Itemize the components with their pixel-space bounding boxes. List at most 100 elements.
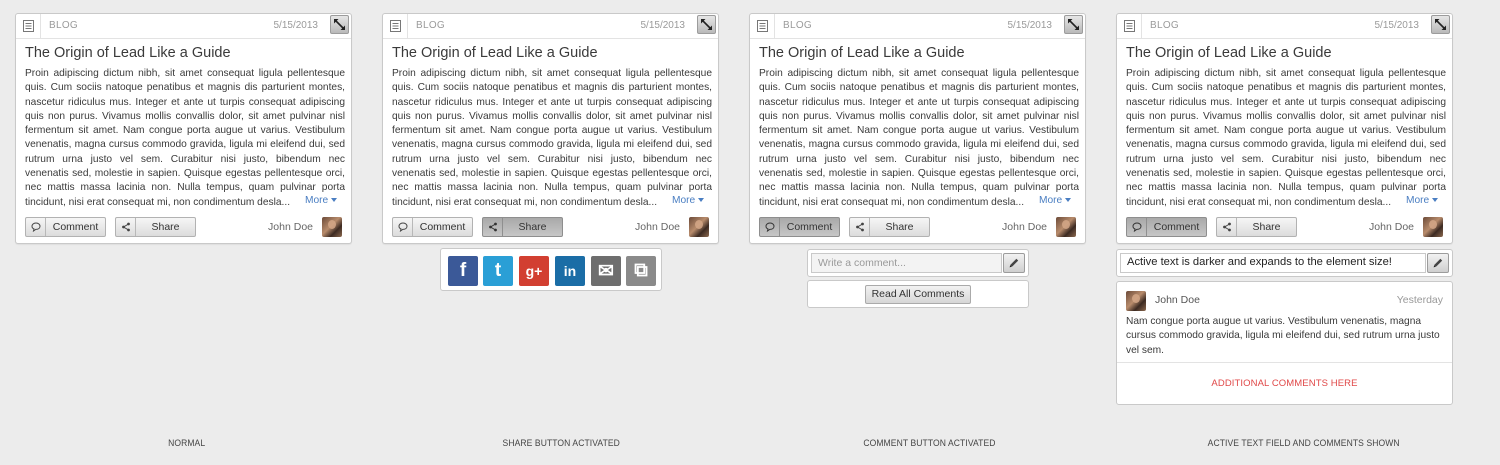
- card-date: 5/15/2013: [640, 20, 686, 31]
- divider: [1117, 362, 1452, 363]
- post-body: Proin adipiscing dictum nibh, sit amet c…: [759, 68, 1079, 208]
- document-icon: [1117, 14, 1142, 39]
- share-icon: [850, 218, 870, 236]
- expand-icon[interactable]: [697, 15, 716, 34]
- comment-button[interactable]: Comment: [759, 217, 840, 237]
- pencil-icon[interactable]: [1003, 253, 1025, 273]
- expand-icon[interactable]: [330, 15, 349, 34]
- post-card-share-active: BLOG 5/15/2013 The Origin of Lead Like a…: [382, 13, 719, 244]
- more-label: More: [305, 195, 329, 206]
- email-icon[interactable]: ✉: [591, 256, 621, 286]
- comment-button-label: Comment: [786, 221, 833, 233]
- avatar[interactable]: [1056, 217, 1076, 237]
- share-button[interactable]: Share: [115, 217, 196, 237]
- copy-link-icon[interactable]: ⧉: [626, 256, 656, 286]
- post-title[interactable]: The Origin of Lead Like a Guide: [1126, 45, 1332, 61]
- more-link[interactable]: More: [1039, 195, 1072, 206]
- caption-normal: NORMAL: [168, 438, 206, 449]
- speech-bubble-icon: [760, 218, 780, 236]
- card-header: BLOG 5/15/2013: [383, 14, 718, 39]
- author-name[interactable]: John Doe: [1369, 221, 1414, 233]
- caret-down-icon: [331, 198, 338, 203]
- comment-button[interactable]: Comment: [392, 217, 473, 237]
- share-icon: [1217, 218, 1237, 236]
- comment-timestamp: Yesterday: [1396, 294, 1443, 306]
- comment-button-label: Comment: [419, 221, 466, 233]
- speech-bubble-icon: [26, 218, 46, 236]
- comment-text: Nam congue porta augue ut varius. Vestib…: [1126, 316, 1440, 356]
- comment-author[interactable]: John Doe: [1155, 294, 1200, 306]
- facebook-icon[interactable]: f: [448, 256, 478, 286]
- caption-text-active: ACTIVE TEXT FIELD AND COMMENTS SHOWN: [1207, 438, 1400, 449]
- document-icon: [750, 14, 775, 39]
- comment-input[interactable]: Write a comment...: [811, 253, 1002, 273]
- author-name[interactable]: John Doe: [268, 221, 313, 233]
- share-button-label: Share: [1252, 221, 1281, 233]
- more-link[interactable]: More: [1406, 195, 1439, 206]
- pencil-icon[interactable]: [1427, 253, 1449, 273]
- caret-down-icon: [698, 198, 705, 203]
- post-body: Proin adipiscing dictum nibh, sit amet c…: [25, 68, 345, 208]
- card-category: BLOG: [49, 20, 78, 31]
- comment-button-label: Comment: [1153, 221, 1200, 233]
- read-all-comments-button[interactable]: Read All Comments: [865, 285, 971, 304]
- share-panel: f t g+ in ✉ ⧉: [440, 248, 662, 291]
- document-icon: [16, 14, 41, 39]
- card-header: BLOG 5/15/2013: [1117, 14, 1452, 39]
- post-title[interactable]: The Origin of Lead Like a Guide: [392, 45, 598, 61]
- author-name[interactable]: John Doe: [1002, 221, 1047, 233]
- card-date: 5/15/2013: [1374, 20, 1420, 31]
- caption-share-active: SHARE BUTTON ACTIVATED: [502, 438, 620, 449]
- card-date: 5/15/2013: [273, 20, 319, 31]
- avatar[interactable]: [1126, 291, 1146, 311]
- post-card-comment-active: BLOG 5/15/2013 The Origin of Lead Like a…: [749, 13, 1086, 244]
- comment-box-active: Active text is darker and expands to the…: [1116, 249, 1453, 277]
- google-plus-icon[interactable]: g+: [519, 256, 549, 286]
- additional-comments-placeholder: ADDITIONAL COMMENTS HERE: [1211, 378, 1358, 389]
- more-label: More: [672, 195, 696, 206]
- speech-bubble-icon: [1127, 218, 1147, 236]
- more-label: More: [1406, 195, 1430, 206]
- expand-icon[interactable]: [1431, 15, 1450, 34]
- speech-bubble-icon: [393, 218, 413, 236]
- more-link[interactable]: More: [305, 195, 338, 206]
- read-all-comments-box: Read All Comments: [807, 280, 1029, 308]
- share-icon: [116, 218, 136, 236]
- share-icon: [483, 218, 503, 236]
- avatar[interactable]: [689, 217, 709, 237]
- linkedin-icon[interactable]: in: [555, 256, 585, 286]
- twitter-icon[interactable]: t: [483, 256, 513, 286]
- card-header: BLOG 5/15/2013: [16, 14, 351, 39]
- post-card-normal: BLOG 5/15/2013 The Origin of Lead Like a…: [15, 13, 352, 244]
- share-button[interactable]: Share: [849, 217, 930, 237]
- comment-input-active[interactable]: Active text is darker and expands to the…: [1120, 253, 1426, 273]
- expand-icon[interactable]: [1064, 15, 1083, 34]
- share-button-label: Share: [885, 221, 914, 233]
- card-date: 5/15/2013: [1007, 20, 1053, 31]
- more-link[interactable]: More: [672, 195, 705, 206]
- document-icon: [383, 14, 408, 39]
- caret-down-icon: [1432, 198, 1439, 203]
- share-button[interactable]: Share: [482, 217, 563, 237]
- card-category: BLOG: [416, 20, 445, 31]
- author-name[interactable]: John Doe: [635, 221, 680, 233]
- post-card-text-active: BLOG 5/15/2013 The Origin of Lead Like a…: [1116, 13, 1453, 244]
- card-category: BLOG: [1150, 20, 1179, 31]
- share-button[interactable]: Share: [1216, 217, 1297, 237]
- post-title[interactable]: The Origin of Lead Like a Guide: [25, 45, 231, 61]
- share-button-label: Share: [518, 221, 547, 233]
- share-button-label: Share: [151, 221, 180, 233]
- comments-panel: John Doe Yesterday Nam congue porta augu…: [1116, 281, 1453, 405]
- more-label: More: [1039, 195, 1063, 206]
- avatar[interactable]: [1423, 217, 1443, 237]
- post-body: Proin adipiscing dictum nibh, sit amet c…: [1126, 68, 1446, 208]
- caret-down-icon: [1065, 198, 1072, 203]
- comment-button[interactable]: Comment: [1126, 217, 1207, 237]
- comment-button-label: Comment: [52, 221, 99, 233]
- avatar[interactable]: [322, 217, 342, 237]
- post-title[interactable]: The Origin of Lead Like a Guide: [759, 45, 965, 61]
- post-body: Proin adipiscing dictum nibh, sit amet c…: [392, 68, 712, 208]
- comment-box: Write a comment...: [807, 249, 1029, 277]
- caption-comment-active: COMMENT BUTTON ACTIVATED: [863, 438, 996, 449]
- comment-button[interactable]: Comment: [25, 217, 106, 237]
